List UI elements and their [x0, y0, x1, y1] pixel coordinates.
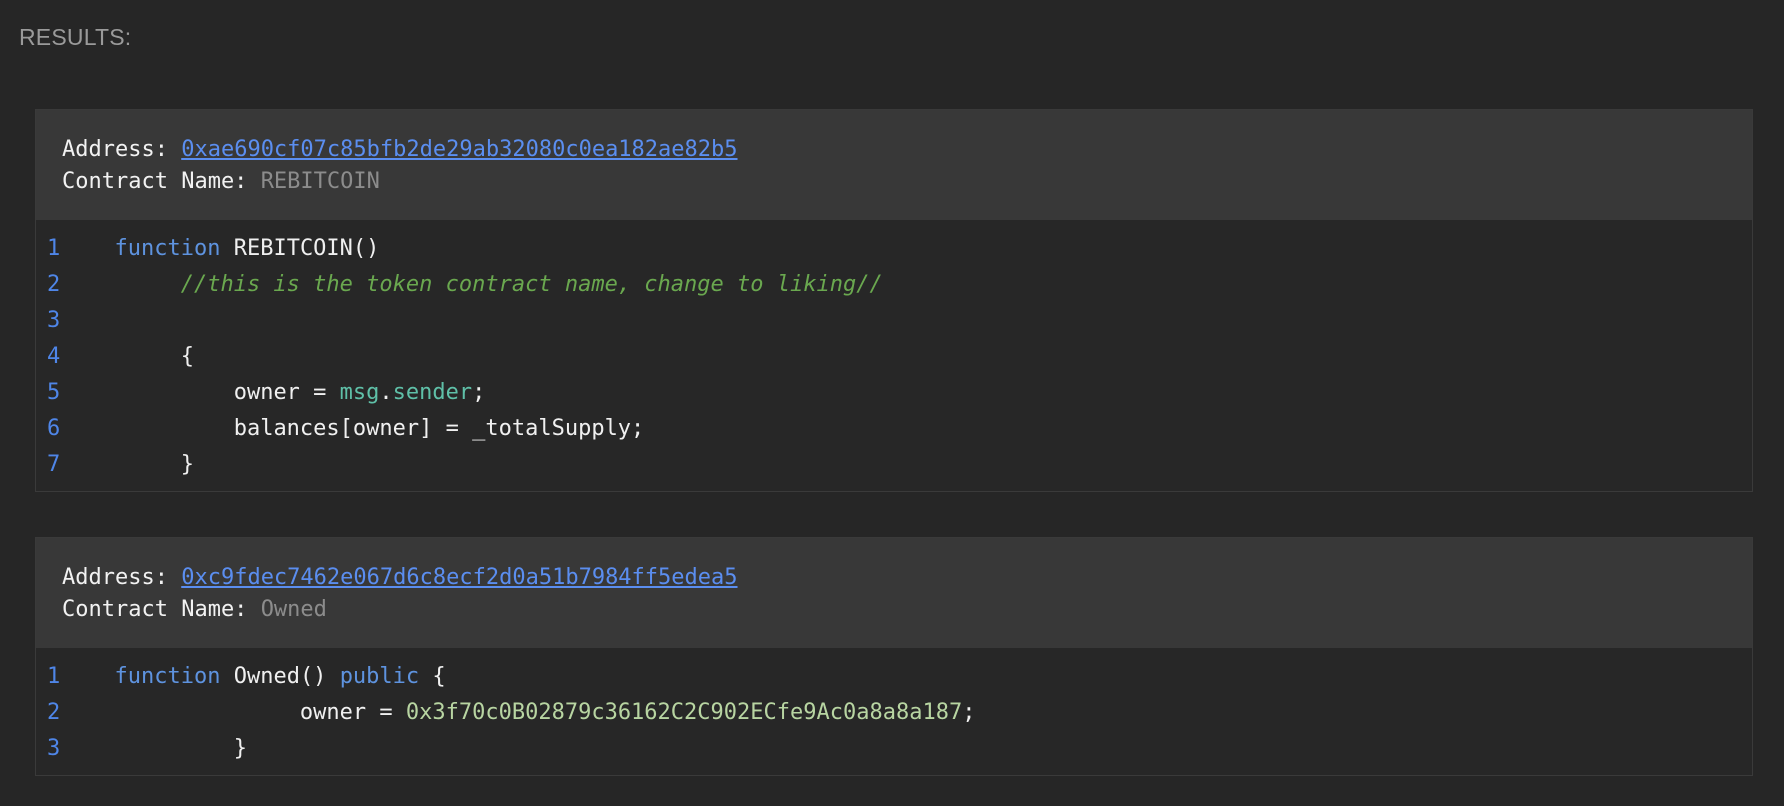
result-card: Address: 0xae690cf07c85bfb2de29ab32080c0…: [35, 109, 1753, 492]
code-text: function Owned() public {: [88, 659, 1752, 695]
code-token: ;: [962, 700, 976, 725]
line-number: 2: [47, 272, 61, 297]
code-text: owner = msg.sender;: [88, 375, 1752, 411]
contract-name-value: Owned: [260, 597, 327, 622]
code-token: sender: [392, 380, 473, 405]
line-number: 1: [47, 664, 61, 689]
result-card-header: Address: 0xc9fdec7462e067d6c8ecf2d0a51b7…: [36, 538, 1752, 648]
address-label: Address:: [62, 137, 182, 162]
code-token: msg: [339, 380, 380, 405]
code-line: 6 balances[owner] = _totalSupply;: [36, 411, 1752, 447]
contract-name-value: REBITCOIN: [260, 169, 380, 194]
line-number: 1: [47, 236, 61, 261]
code-text: function REBITCOIN(): [88, 231, 1752, 267]
code-line: 4 {: [36, 339, 1752, 375]
results-heading: RESULTS:: [19, 24, 132, 50]
line-number: 2: [47, 700, 61, 725]
code-token: }: [233, 736, 247, 761]
code-token: balances[owner] = _totalSupply;: [233, 416, 645, 441]
code-line: 1 function Owned() public {: [36, 659, 1752, 695]
address-link[interactable]: 0xae690cf07c85bfb2de29ab32080c0ea182ae82…: [181, 137, 737, 162]
code-token: owner =: [299, 700, 406, 725]
code-text: }: [88, 731, 1752, 767]
code-token: }: [180, 452, 194, 477]
code-line: 2 //this is the token contract name, cha…: [36, 267, 1752, 303]
line-number: 3: [47, 308, 61, 333]
address-link[interactable]: 0xc9fdec7462e067d6c8ecf2d0a51b7984ff5ede…: [181, 565, 737, 590]
code-token: owner =: [233, 380, 340, 405]
code-text: }: [88, 447, 1752, 483]
code-token: Owned(): [220, 664, 340, 689]
code-token: {: [419, 664, 446, 689]
code-line: 3 }: [36, 731, 1752, 767]
result-card: Address: 0xc9fdec7462e067d6c8ecf2d0a51b7…: [35, 537, 1753, 776]
code-token: function: [114, 664, 221, 689]
code-text: owner = 0x3f70c0B02879c36162C2C902ECfe9A…: [88, 695, 1752, 731]
address-label: Address:: [62, 565, 182, 590]
code-line: 7 }: [36, 447, 1752, 483]
code-text: {: [88, 339, 1752, 375]
code-token: function: [114, 236, 221, 261]
code-token: .: [379, 380, 393, 405]
code-token: {: [180, 344, 194, 369]
line-number: 6: [47, 416, 61, 441]
line-number: 7: [47, 452, 61, 477]
line-number: 3: [47, 736, 61, 761]
contract-name-label: Contract Name:: [62, 597, 261, 622]
line-number: 5: [47, 380, 61, 405]
code-token: REBITCOIN(): [220, 236, 380, 261]
code-token: 0x3f70c0B02879c36162C2C902ECfe9Ac0a8a8a1…: [405, 700, 963, 725]
code-text: //this is the token contract name, chang…: [88, 267, 1752, 303]
code-block: 1 function REBITCOIN() 2 //this is the to…: [36, 220, 1752, 491]
code-line: 2 owner = 0x3f70c0B02879c36162C2C902ECfe…: [36, 695, 1752, 731]
code-line: 5 owner = msg.sender;: [36, 375, 1752, 411]
code-token: ;: [472, 380, 486, 405]
contract-name-label: Contract Name:: [62, 169, 261, 194]
code-token: public: [339, 664, 420, 689]
contract-name-row: Contract Name: REBITCOIN: [62, 166, 1726, 198]
code-block: 1 function Owned() public {2 owner = 0x3…: [36, 648, 1752, 775]
code-text: balances[owner] = _totalSupply;: [88, 411, 1752, 447]
contract-name-row: Contract Name: Owned: [62, 594, 1726, 626]
code-line: 1 function REBITCOIN(): [36, 231, 1752, 267]
line-number: 4: [47, 344, 61, 369]
address-row: Address: 0xc9fdec7462e067d6c8ecf2d0a51b7…: [62, 562, 1726, 594]
address-row: Address: 0xae690cf07c85bfb2de29ab32080c0…: [62, 134, 1726, 166]
code-token: //this is the token contract name, chang…: [180, 272, 883, 297]
result-card-header: Address: 0xae690cf07c85bfb2de29ab32080c0…: [36, 110, 1752, 220]
code-line: 3: [36, 303, 1752, 339]
